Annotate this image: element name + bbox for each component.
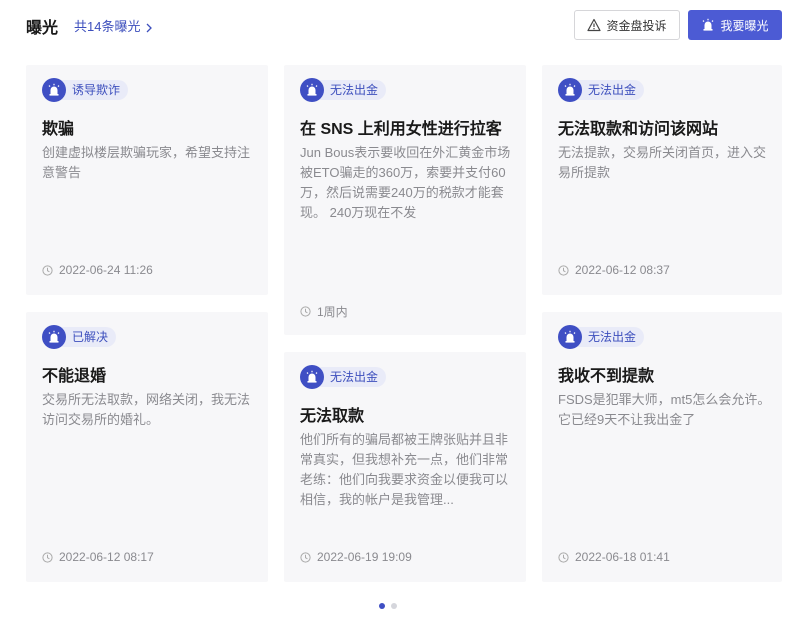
clock-icon [42,264,53,276]
expose-button-label: 我要曝光 [720,18,769,33]
exposure-count-link[interactable]: 共14条曝光 [74,16,154,35]
alarm-icon [300,78,324,102]
alarm-icon [42,78,66,102]
alarm-icon [558,325,582,349]
card-time-value: 2022-06-19 19:09 [317,550,412,564]
exposure-count-label: 共14条曝光 [74,19,141,34]
card-time-value: 2022-06-12 08:17 [59,550,154,564]
card-title: 在 SNS 上利用女性进行拉客 [300,121,502,138]
warning-icon [587,18,602,32]
card-description: 他们所有的骗局都被王牌张贴并且非常真实，但我想补充一点，他们非常老练：他们向我要… [300,432,509,507]
exposure-card[interactable]: 无法出金 在 SNS 上利用女性进行拉客 Jun Bous表示要收回在外汇黄金市… [284,65,526,335]
clock-icon [558,264,569,276]
exposure-card[interactable]: 无法出金 我收不到提款 FSDS是犯罪大师，mt5怎么会允许。它已经9天不让我出… [542,312,782,582]
exposure-card[interactable]: 无法出金 无法取款 他们所有的骗局都被王牌张贴并且非常真实，但我想补充一点，他们… [284,352,526,582]
page-header: 曝光 共14条曝光 资金盘投诉 我要曝光 [0,0,794,52]
card-tag: 无法出金 [300,365,387,389]
card-description: Jun Bous表示要收回在外汇黄金市场被ETO骗走的360万，索要并支付60万… [300,145,511,220]
card-time: 2022-06-12 08:17 [42,550,154,564]
pagination-dot-1[interactable] [379,603,385,609]
card-time-value: 2022-06-12 08:37 [575,263,670,277]
chevron-right-icon [144,21,154,32]
card-description: 无法提款，交易所关闭首页，进入交易所提款 [558,145,767,180]
exposure-card[interactable]: 诱导欺诈 欺骗 创建虚拟楼层欺骗玩家，希望支持注意警告 2022-06-24 1… [26,65,268,295]
card-tag-label: 无法出金 [574,80,645,100]
card-description: 交易所无法取款，网络关闭，我无法访问交易所的婚礼。 [42,392,251,427]
card-title: 我收不到提款 [558,368,655,385]
card-tag: 无法出金 [558,325,645,349]
alarm-icon [703,18,714,31]
card-title: 无法取款和访问该网站 [558,121,719,138]
card-tag: 无法出金 [558,78,645,102]
complain-button-label: 资金盘投诉 [606,18,667,33]
card-tag: 无法出金 [300,78,387,102]
card-time-value: 1周内 [317,305,348,319]
clock-icon [42,551,53,563]
card-description: FSDS是犯罪大师，mt5怎么会允许。它已经9天不让我出金了 [558,392,771,427]
alarm-icon [42,325,66,349]
page-title: 曝光 [26,20,59,37]
card-tag-label: 无法出金 [316,367,387,387]
card-description: 创建虚拟楼层欺骗玩家，希望支持注意警告 [42,145,251,180]
clock-icon [558,551,569,563]
exposure-card[interactable]: 已解决 不能退婚 交易所无法取款，网络关闭，我无法访问交易所的婚礼。 2022-… [26,312,268,582]
complain-button[interactable]: 资金盘投诉 [574,10,680,40]
card-tag: 已解决 [42,325,117,349]
pagination-dot-2[interactable] [391,603,397,609]
pagination-dots [379,603,403,609]
card-title: 无法取款 [300,408,365,425]
card-time: 2022-06-18 01:41 [558,550,670,564]
card-time-value: 2022-06-18 01:41 [575,550,670,564]
clock-icon [300,306,311,317]
card-tag-label: 已解决 [58,327,117,347]
card-tag-label: 无法出金 [316,80,387,100]
card-time: 2022-06-12 08:37 [558,263,670,277]
card-time: 2022-06-19 19:09 [300,550,412,564]
expose-button[interactable]: 我要曝光 [688,10,782,40]
card-tag: 诱导欺诈 [42,78,129,102]
card-tag-label: 诱导欺诈 [58,80,129,100]
alarm-icon [300,365,324,389]
card-title: 不能退婚 [42,368,107,385]
exposure-card[interactable]: 无法出金 无法取款和访问该网站 无法提款，交易所关闭首页，进入交易所提款 202… [542,65,782,295]
alarm-icon [558,78,582,102]
card-title: 欺骗 [42,121,75,138]
card-tag-label: 无法出金 [574,327,645,347]
card-time: 2022-06-24 11:26 [42,263,153,277]
card-time: 1周内 [300,303,348,320]
card-time-value: 2022-06-24 11:26 [59,263,153,277]
clock-icon [300,551,311,563]
